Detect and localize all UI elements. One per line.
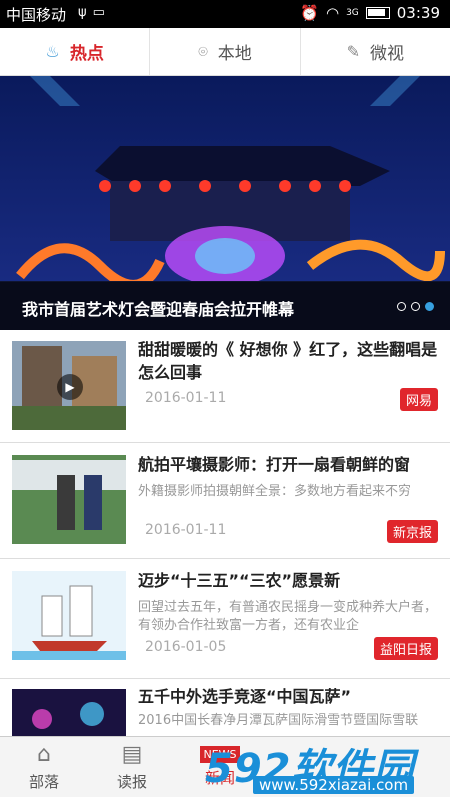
news-thumbnail [12,571,126,660]
microphone-icon: ✎ [346,42,361,61]
tab-label: 本地 [217,44,252,64]
tab-video[interactable]: ✎ 微视 [301,28,450,75]
location-pin-icon: ⌾ [198,41,208,61]
status-bar: 中国移动 ψ ▭ ⏰ ◠ 3G 03:39 [0,0,450,28]
news-item[interactable]: 迈步“十三五”“三农”愿景新 回望过去五年，有普通农民摇身一变成种养大户者，有领… [0,559,450,679]
news-summary: 2016中国长春净月潭瓦萨国际滑雪节暨国际雪联 [138,713,419,728]
watermark-url: www.592xiazai.com [253,776,415,794]
nav-label: 部落 [28,773,59,791]
home-icon: ⌂ [37,742,51,767]
android-debug-icon: ▭ [92,5,105,20]
news-date: 2016-01-05 [145,639,227,655]
pager-dot [397,302,406,311]
news-title: 迈步“十三五”“三农”愿景新 [138,571,341,590]
nav-tribe[interactable]: ⌂ 部落 [0,737,88,797]
news-title: 五千中外选手竞逐“中国瓦萨” [138,687,352,706]
news-item[interactable]: 五千中外选手竞逐“中国瓦萨” 2016中国长春净月潭瓦萨国际滑雪节暨国际雪联 [0,679,450,739]
news-date: 2016-01-11 [145,390,227,406]
watermark: 592软件园 www.592xiazai.com [205,738,450,797]
video-play-icon: ▶ [57,374,83,400]
news-summary: 回望过去五年，有普通农民摇身一变成种养大户者，有领办合作社致富一方者，还有农业企 [138,600,438,633]
signal-icon: 3G [346,8,359,18]
tab-label: 微视 [370,44,405,64]
pager-dot [411,302,420,311]
news-source-badge: 新京报 [386,520,438,543]
news-thumbnail: ▶ [12,341,126,430]
clock: 03:39 [396,4,440,22]
news-item[interactable]: ▶ 甜甜暖暖的《 好想你 》红了，这些翻唱是怎么回事 2016-01-11 网易 [0,330,450,443]
banner-pager [397,302,434,311]
headline-banner[interactable]: 我市首届艺术灯会暨迎春庙会拉开帷幕 [0,76,450,330]
carrier-name: 中国移动 [6,6,67,24]
news-date: 2016-01-11 [145,522,227,538]
newspaper-icon: ▤ [121,742,143,767]
usb-icon: ψ [78,5,87,20]
banner-caption: 我市首届艺术灯会暨迎春庙会拉开帷幕 [22,300,295,319]
news-source-badge: 网易 [399,388,438,411]
news-title: 甜甜暖暖的《 好想你 》红了，这些翻唱是怎么回事 [138,340,438,382]
news-thumbnail [12,689,126,739]
tab-label: 热点 [69,44,104,64]
wifi-icon: ◠ [325,4,340,22]
channel-tabs: ♨ 热点 ⌾ 本地 ✎ 微视 [0,28,450,76]
news-title: 航拍平壤摄影师：打开一扇看朝鲜的窗 [138,455,411,474]
banner-caption-bar: 我市首届艺术灯会暨迎春庙会拉开帷幕 [0,282,450,330]
pager-dot-active [425,302,434,311]
news-thumbnail [12,455,126,544]
tab-hot[interactable]: ♨ 热点 [0,28,151,75]
news-item[interactable]: 航拍平壤摄影师：打开一扇看朝鲜的窗 外籍摄影师拍摄朝鲜全景：多数地方看起来不穷 … [0,443,450,559]
alarm-icon: ⏰ [300,4,319,22]
nav-read-paper[interactable]: ▤ 读报 [88,737,176,797]
nav-label: 读报 [116,773,147,791]
news-source-badge: 益阳日报 [373,637,438,660]
flame-icon: ♨ [45,42,60,61]
tab-local[interactable]: ⌾ 本地 [150,28,301,75]
news-summary: 外籍摄影师拍摄朝鲜全景：多数地方看起来不穷 [138,484,412,499]
battery-icon [365,7,390,19]
